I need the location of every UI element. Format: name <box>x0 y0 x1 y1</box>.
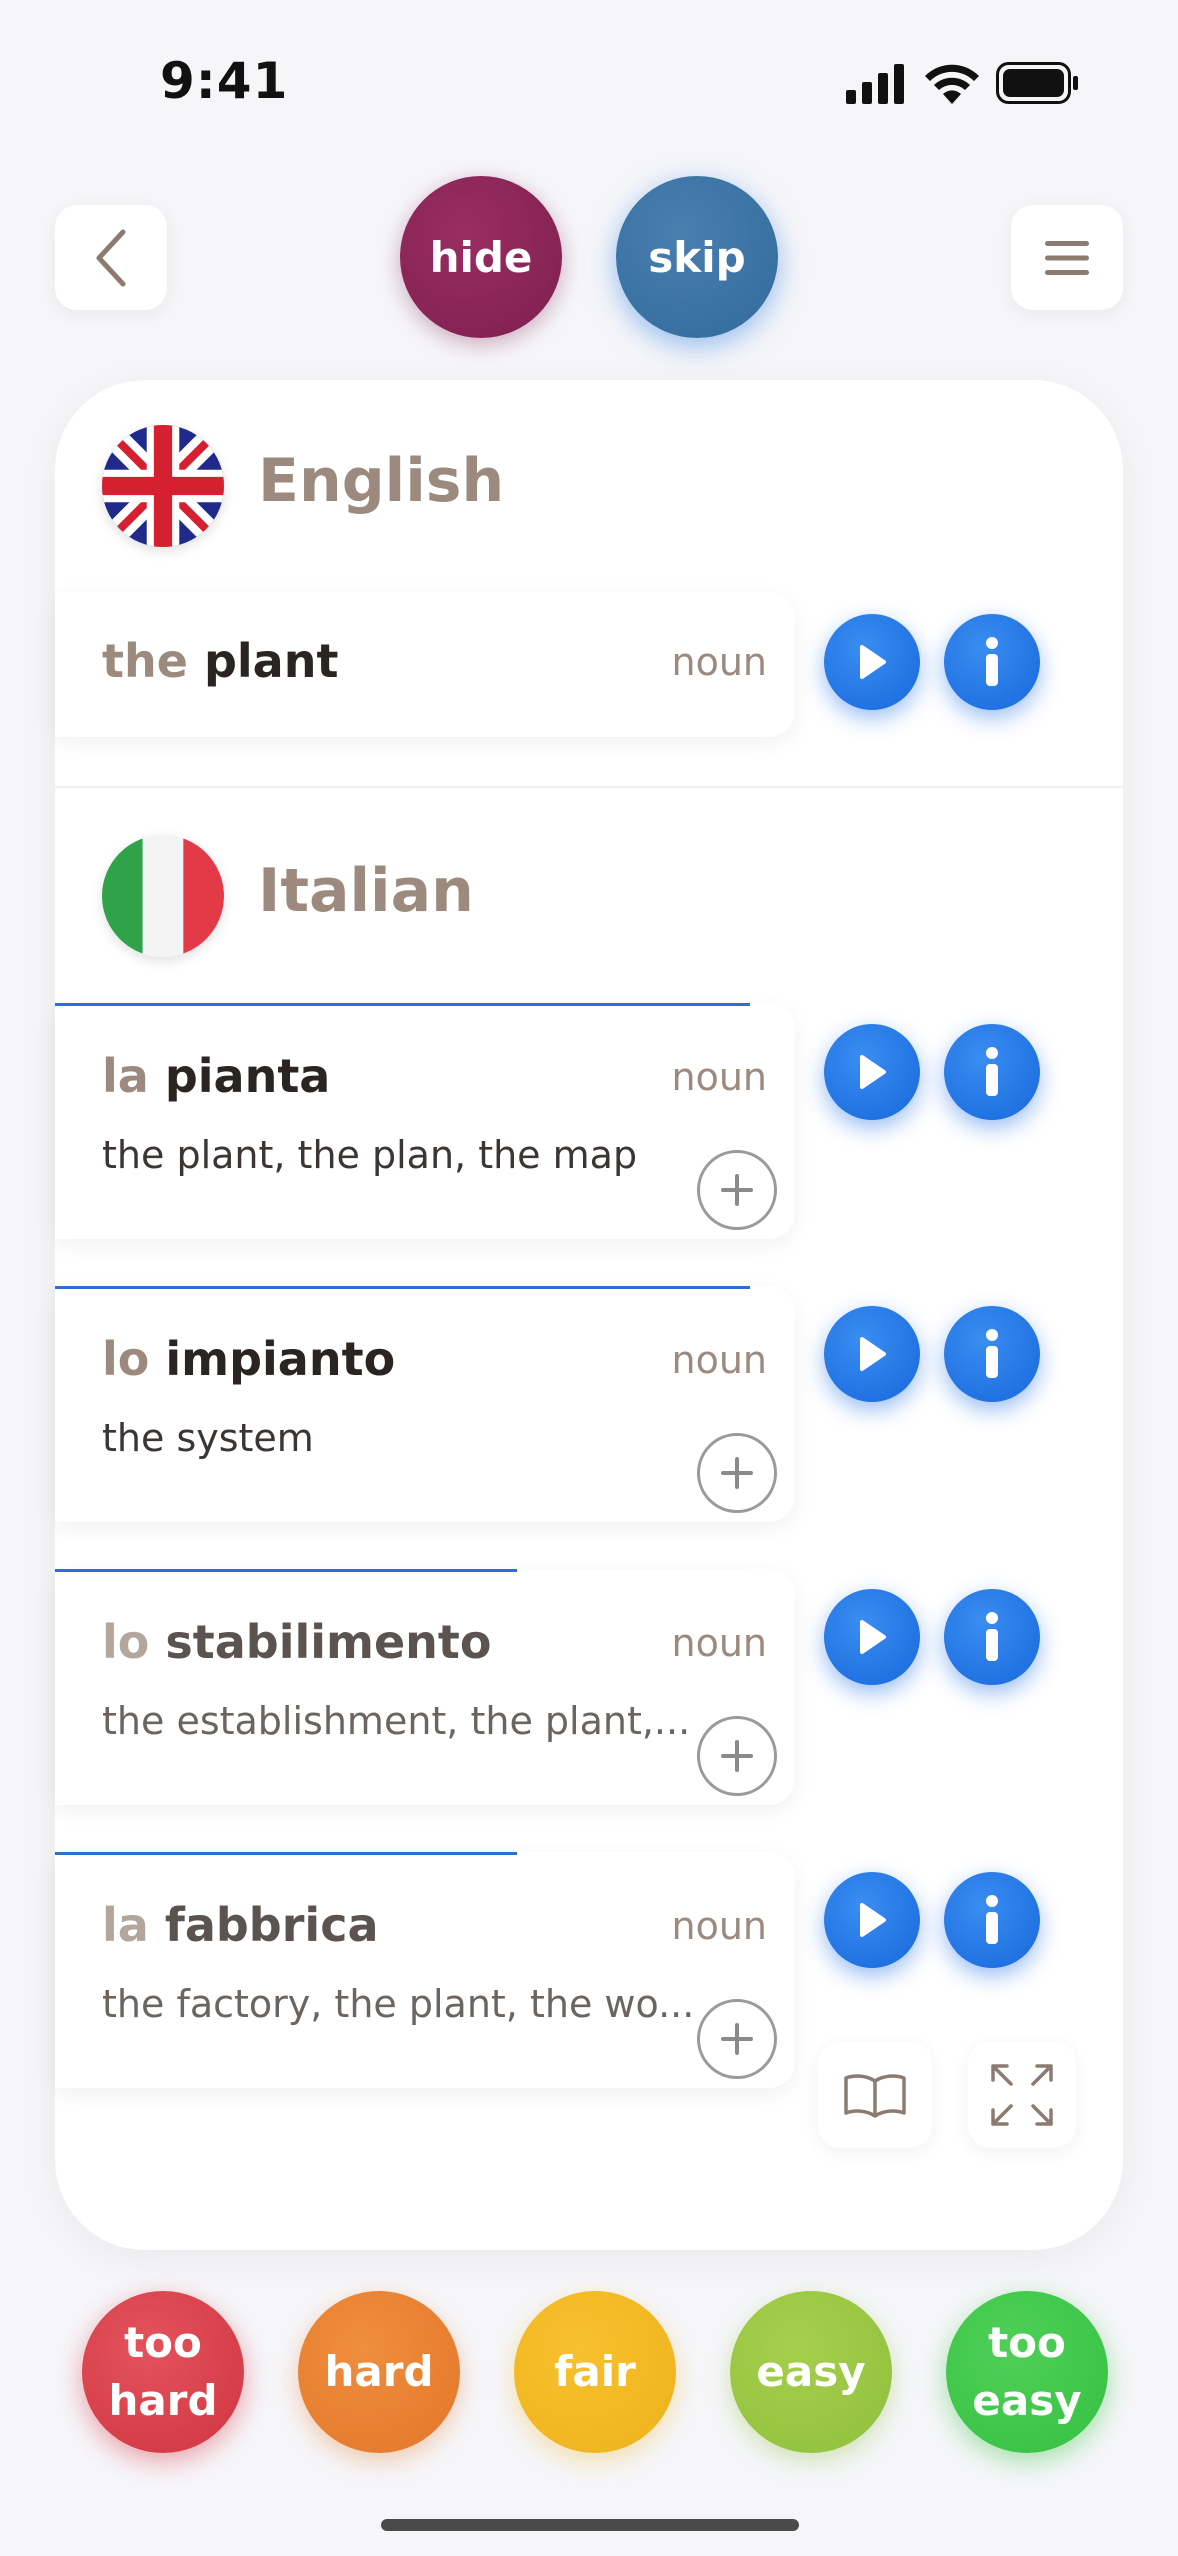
skip-button[interactable]: skip <box>616 176 778 338</box>
dictionary-button[interactable] <box>818 2042 932 2148</box>
translation-meanings: the plant, the plan, the map <box>102 1133 638 1177</box>
translation-info-button[interactable] <box>944 1872 1040 1968</box>
add-button[interactable] <box>697 1433 777 1513</box>
translation-article: lo <box>102 1332 150 1386</box>
translation-info-button[interactable] <box>944 1589 1040 1685</box>
add-button[interactable] <box>697 1999 777 2079</box>
translation-pos: noun <box>671 1621 767 1665</box>
home-indicator[interactable] <box>381 2519 799 2531</box>
play-icon <box>860 1903 886 1937</box>
translation-meanings: the establishment, the plant,... <box>102 1699 691 1743</box>
play-icon <box>860 1620 886 1654</box>
translation-word: lo impianto <box>102 1332 395 1386</box>
info-icon <box>986 637 998 686</box>
translation-play-button[interactable] <box>824 1872 920 1968</box>
source-word-text: plant <box>203 634 339 688</box>
translation-pos: noun <box>671 1055 767 1099</box>
translation-word-text: stabilimento <box>165 1615 492 1669</box>
translation-word-text: impianto <box>165 1332 396 1386</box>
translation-article: la <box>102 1049 149 1103</box>
translation-word: lo stabilimento <box>102 1615 492 1669</box>
cellular-signal-icon <box>846 64 904 104</box>
plus-icon <box>721 2023 753 2055</box>
translation-play-button[interactable] <box>824 1306 920 1402</box>
info-icon <box>986 1895 998 1944</box>
translation-pos: noun <box>671 1904 767 1948</box>
learning-progress-bar <box>55 1852 517 1855</box>
translation-item[interactable]: lo impianto noun the system <box>55 1286 795 1522</box>
translation-item[interactable]: la pianta noun the plant, the plan, the … <box>55 1003 795 1239</box>
plus-icon <box>721 1174 753 1206</box>
learning-progress-bar <box>55 1286 750 1289</box>
source-article: the <box>102 634 188 688</box>
info-icon <box>986 1612 998 1661</box>
add-button[interactable] <box>697 1716 777 1796</box>
translation-play-button[interactable] <box>824 1589 920 1685</box>
translation-word: la fabbrica <box>102 1898 379 1952</box>
chevron-left-icon <box>96 229 126 286</box>
section-divider <box>55 786 1123 788</box>
translation-word: la pianta <box>102 1049 330 1103</box>
hide-button[interactable]: hide <box>400 176 562 338</box>
plus-icon <box>721 1740 753 1772</box>
hard-button[interactable]: hard <box>298 2291 460 2453</box>
translation-article: la <box>102 1898 149 1952</box>
translation-play-button[interactable] <box>824 1024 920 1120</box>
battery-icon <box>996 62 1078 104</box>
target-language-title: Italian <box>258 856 474 926</box>
play-icon <box>860 1055 886 1089</box>
info-icon <box>986 1329 998 1378</box>
add-button[interactable] <box>697 1150 777 1230</box>
translation-article: lo <box>102 1615 150 1669</box>
translation-pos: noun <box>671 1338 767 1382</box>
source-info-button[interactable] <box>944 614 1040 710</box>
translation-word-text: fabbrica <box>164 1898 379 1952</box>
translation-meanings: the system <box>102 1416 314 1460</box>
too-easy-button[interactable]: too easy <box>946 2291 1108 2453</box>
source-language-title: English <box>258 446 505 516</box>
source-pos: noun <box>671 640 767 684</box>
book-icon <box>844 2074 906 2118</box>
play-icon <box>860 1337 886 1371</box>
learning-progress-bar <box>55 1003 750 1006</box>
fullscreen-button[interactable] <box>968 2042 1076 2148</box>
status-time: 9:41 <box>160 52 289 110</box>
menu-button[interactable] <box>1011 205 1123 310</box>
source-play-button[interactable] <box>824 614 920 710</box>
italy-flag-icon <box>102 835 224 957</box>
play-icon <box>860 645 886 679</box>
translation-info-button[interactable] <box>944 1024 1040 1120</box>
wifi-icon <box>925 64 979 104</box>
translation-item[interactable]: la fabbrica noun the factory, the plant,… <box>55 1852 795 2088</box>
learning-progress-bar <box>55 1569 517 1572</box>
easy-button[interactable]: easy <box>730 2291 892 2453</box>
expand-icon <box>991 2064 1053 2126</box>
hamburger-menu-icon <box>1045 240 1089 275</box>
source-word: the plant <box>102 634 338 688</box>
plus-icon <box>721 1457 753 1489</box>
too-hard-button[interactable]: too hard <box>82 2291 244 2453</box>
back-button[interactable] <box>55 205 167 310</box>
info-icon <box>986 1047 998 1096</box>
translation-word-text: pianta <box>164 1049 331 1103</box>
translation-info-button[interactable] <box>944 1306 1040 1402</box>
fair-button[interactable]: fair <box>514 2291 676 2453</box>
translation-meanings: the factory, the plant, the wo... <box>102 1982 695 2026</box>
translation-item[interactable]: lo stabilimento noun the establishment, … <box>55 1569 795 1805</box>
source-word-card[interactable]: the plant noun <box>55 592 795 737</box>
uk-flag-icon <box>102 425 224 547</box>
